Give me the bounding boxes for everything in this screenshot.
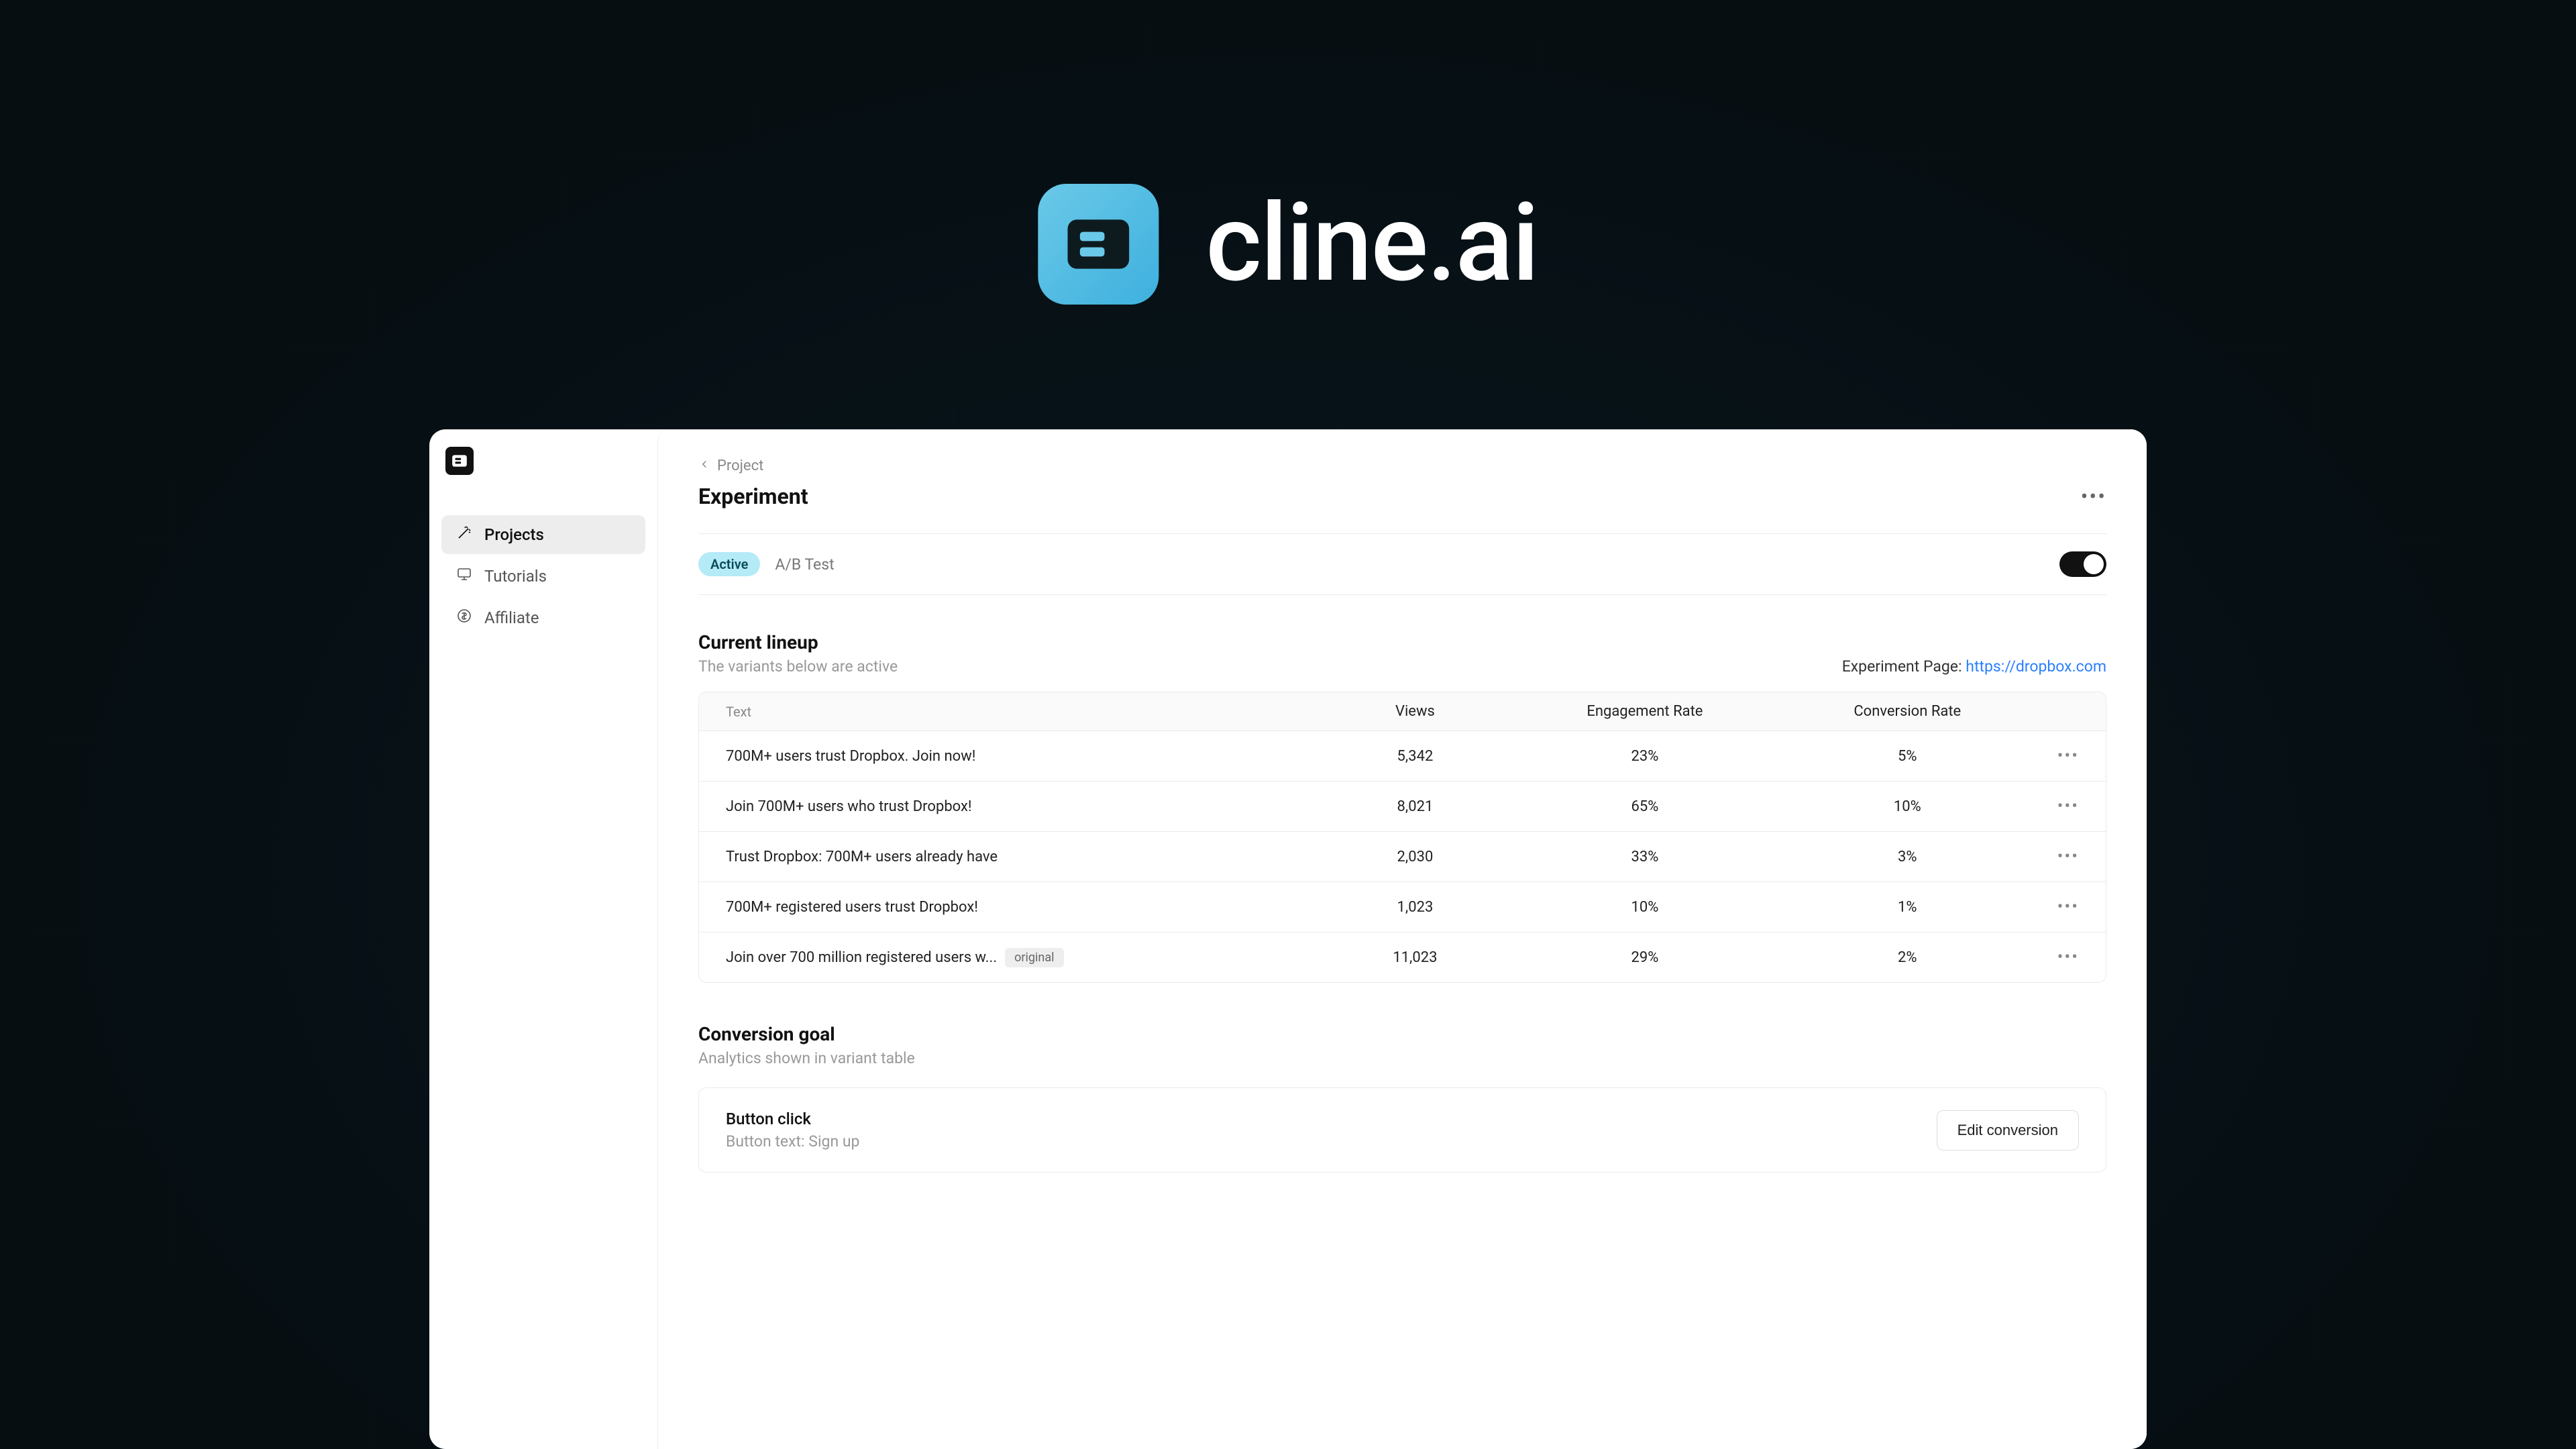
col-conversion: Conversion Rate: [1776, 703, 2039, 720]
app-window: Projects Tutorials Affiliate Project Exp…: [429, 429, 2147, 1449]
table-row: Join over 700 million registered users w…: [699, 932, 2106, 982]
sidebar-item-affiliate[interactable]: Affiliate: [441, 598, 645, 637]
brand-logo-icon: [1038, 184, 1159, 305]
sidebar: Projects Tutorials Affiliate: [429, 429, 657, 1449]
col-engagement: Engagement Rate: [1513, 703, 1776, 720]
main-panel: Project Experiment ••• Active A/B Test C…: [657, 429, 2147, 1449]
conversion-cell: 2%: [1776, 949, 2039, 966]
views-cell: 11,023: [1317, 949, 1514, 966]
variant-text: Trust Dropbox: 700M+ users already have: [726, 849, 998, 865]
variant-text: Join 700M+ users who trust Dropbox!: [726, 798, 972, 815]
sidebar-item-projects[interactable]: Projects: [441, 515, 645, 554]
views-cell: 5,342: [1317, 748, 1514, 765]
sidebar-item-label: Projects: [484, 525, 544, 544]
goal-subtitle: Analytics shown in variant table: [698, 1049, 2106, 1067]
engagement-cell: 23%: [1513, 748, 1776, 765]
variants-table: Text Views Engagement Rate Conversion Ra…: [698, 692, 2106, 983]
row-more-icon[interactable]: •••: [2039, 847, 2079, 867]
row-more-icon[interactable]: •••: [2039, 746, 2079, 766]
views-cell: 2,030: [1317, 849, 1514, 865]
row-more-icon[interactable]: •••: [2039, 796, 2079, 816]
variant-text: Join over 700 million registered users w…: [726, 949, 997, 966]
engagement-cell: 33%: [1513, 849, 1776, 865]
conversion-cell: 3%: [1776, 849, 2039, 865]
row-more-icon[interactable]: •••: [2039, 897, 2079, 917]
experiment-toggle[interactable]: [2059, 551, 2106, 577]
variant-text: 700M+ registered users trust Dropbox!: [726, 899, 978, 916]
edit-conversion-button[interactable]: Edit conversion: [1937, 1110, 2079, 1150]
conversion-cell: 10%: [1776, 798, 2039, 815]
brand-header: cline.ai: [1038, 181, 1538, 307]
status-type: A/B Test: [775, 555, 834, 574]
conversion-cell: 5%: [1776, 748, 2039, 765]
col-text: Text: [726, 704, 1317, 720]
variant-text: 700M+ users trust Dropbox. Join now!: [726, 748, 975, 765]
breadcrumb-label: Project: [717, 458, 763, 474]
goal-card-sub: Button text: Sign up: [726, 1132, 859, 1150]
brand-title: cline.ai: [1205, 181, 1538, 307]
lineup-subtitle: The variants below are active: [698, 657, 898, 676]
sidebar-item-label: Affiliate: [484, 608, 539, 627]
engagement-cell: 10%: [1513, 899, 1776, 916]
row-more-icon[interactable]: •••: [2039, 947, 2079, 967]
dollar-icon: [456, 608, 472, 628]
engagement-cell: 29%: [1513, 949, 1776, 966]
table-row: 700M+ registered users trust Dropbox! 1,0…: [699, 882, 2106, 932]
engagement-cell: 65%: [1513, 798, 1776, 815]
col-views: Views: [1317, 703, 1514, 720]
sidebar-item-tutorials[interactable]: Tutorials: [441, 557, 645, 596]
experiment-page-label: Experiment Page: https://dropbox.com: [1842, 657, 2106, 676]
table-row: Trust Dropbox: 700M+ users already have 2…: [699, 832, 2106, 882]
goal-card-title: Button click: [726, 1110, 859, 1128]
views-cell: 1,023: [1317, 899, 1514, 916]
goal-card: Button click Button text: Sign up Edit c…: [698, 1087, 2106, 1173]
more-icon[interactable]: •••: [2081, 484, 2106, 509]
status-badge: Active: [698, 552, 760, 576]
app-logo-icon: [445, 447, 474, 475]
wand-icon: [456, 525, 472, 545]
monitor-icon: [456, 566, 472, 586]
page-title: Experiment: [698, 484, 808, 509]
views-cell: 8,021: [1317, 798, 1514, 815]
conversion-cell: 1%: [1776, 899, 2039, 916]
table-row: 700M+ users trust Dropbox. Join now! 5,34…: [699, 731, 2106, 782]
experiment-page-link[interactable]: https://dropbox.com: [1966, 657, 2106, 676]
original-badge: original: [1005, 948, 1063, 967]
breadcrumb[interactable]: Project: [698, 458, 2106, 474]
lineup-title: Current lineup: [698, 631, 898, 653]
chevron-left-icon: [698, 458, 710, 474]
goal-title: Conversion goal: [698, 1023, 2106, 1045]
table-header: Text Views Engagement Rate Conversion Ra…: [699, 692, 2106, 731]
sidebar-item-label: Tutorials: [484, 567, 547, 586]
table-row: Join 700M+ users who trust Dropbox! 8,021…: [699, 782, 2106, 832]
